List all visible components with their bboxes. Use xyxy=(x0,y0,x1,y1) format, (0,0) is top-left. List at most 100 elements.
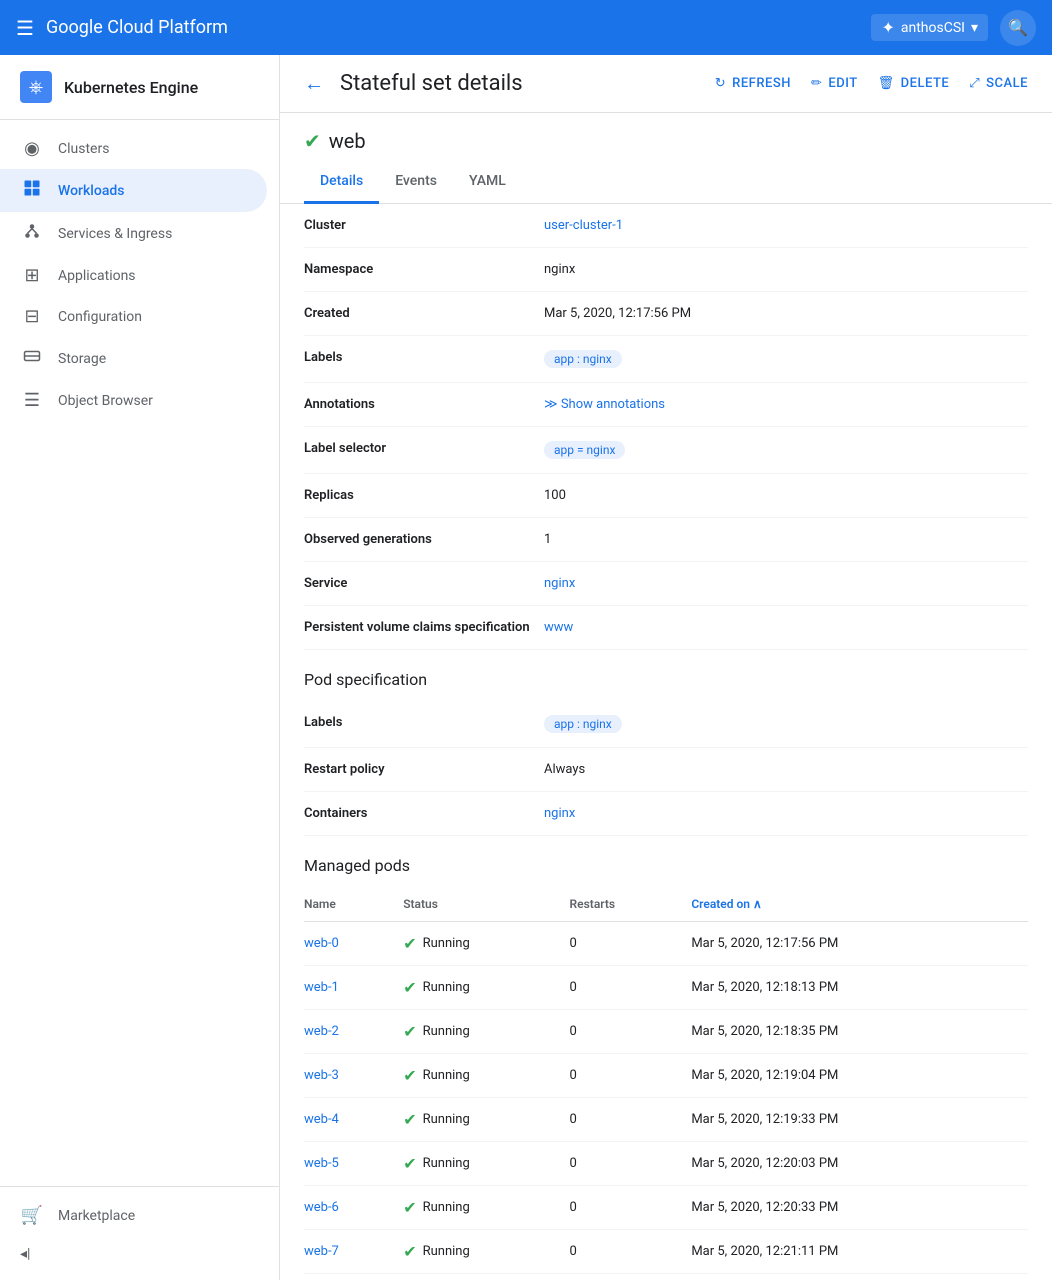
resource-name: web xyxy=(329,129,366,153)
project-selector[interactable]: ✦ anthosCSI ▾ xyxy=(871,14,988,41)
pod-row: web-3 ✔ Running 0 Mar 5, 2020, 12:19:04 … xyxy=(304,1054,1028,1098)
pod-name: web-2 xyxy=(304,1010,403,1054)
col-created-on[interactable]: Created on ∧ xyxy=(691,887,1028,922)
pod-status: ✔ Running xyxy=(403,1010,569,1054)
sidebar-nav: ◉ Clusters Workloads Services & Ingress … xyxy=(0,120,279,1186)
running-icon: ✔ xyxy=(403,934,416,953)
edit-button[interactable]: ✏ EDIT xyxy=(811,76,858,91)
pvc-link[interactable]: www xyxy=(544,620,573,635)
edit-icon: ✏ xyxy=(811,76,822,91)
detail-label-pvc: Persistent volume claims specification xyxy=(304,606,544,650)
pod-name: web-3 xyxy=(304,1054,403,1098)
sidebar-item-workloads[interactable]: Workloads xyxy=(0,169,267,212)
detail-row-cluster: Cluster user-cluster-1 xyxy=(304,204,1028,248)
sidebar-item-label: Object Browser xyxy=(58,393,153,409)
page-header: ← Stateful set details ↻ REFRESH ✏ EDIT … xyxy=(280,55,1052,113)
pod-created-on: Mar 5, 2020, 12:19:33 PM xyxy=(691,1098,1028,1142)
tab-events[interactable]: Events xyxy=(379,161,453,204)
detail-value-cluster: user-cluster-1 xyxy=(544,204,1028,248)
pod-name-link[interactable]: web-7 xyxy=(304,1244,339,1259)
sidebar-header: ⎈ Kubernetes Engine xyxy=(0,55,279,120)
delete-button[interactable]: 🗑 DELETE xyxy=(878,76,950,91)
sidebar-bottom: 🛒 Marketplace ◂| xyxy=(0,1186,279,1280)
pod-spec-table: Labels app : nginx Restart policy Always… xyxy=(304,701,1028,836)
pod-name-link[interactable]: web-2 xyxy=(304,1024,339,1039)
detail-label-created: Created xyxy=(304,292,544,336)
pod-name-link[interactable]: web-6 xyxy=(304,1200,339,1215)
pod-name-link[interactable]: web-0 xyxy=(304,936,339,951)
edit-label: EDIT xyxy=(828,76,857,91)
label-chip: app : nginx xyxy=(544,350,622,368)
detail-row-pvc: Persistent volume claims specification w… xyxy=(304,606,1028,650)
pod-spec-row-labels: Labels app : nginx xyxy=(304,701,1028,748)
col-restarts: Restarts xyxy=(570,887,692,922)
sidebar-item-storage[interactable]: Storage xyxy=(0,337,267,380)
running-icon: ✔ xyxy=(403,1066,416,1085)
pod-status: ✔ Running xyxy=(403,1098,569,1142)
detail-row-created: Created Mar 5, 2020, 12:17:56 PM xyxy=(304,292,1028,336)
sidebar-item-label: Services & Ingress xyxy=(58,226,172,242)
label-selector-chip: app = nginx xyxy=(544,441,625,459)
pod-created-on: Mar 5, 2020, 12:18:13 PM xyxy=(691,966,1028,1010)
managed-pods-heading: Managed pods xyxy=(304,836,1028,887)
pod-name-link[interactable]: web-5 xyxy=(304,1156,339,1171)
sidebar-item-clusters[interactable]: ◉ Clusters xyxy=(0,128,267,169)
object-browser-icon: ☰ xyxy=(20,390,44,411)
page-actions: ↻ REFRESH ✏ EDIT 🗑 DELETE ⤢ SCALE xyxy=(715,76,1028,91)
detail-row-label-selector: Label selector app = nginx xyxy=(304,427,1028,474)
scale-button[interactable]: ⤢ SCALE xyxy=(969,76,1028,91)
pod-name: web-4 xyxy=(304,1098,403,1142)
detail-row-namespace: Namespace nginx xyxy=(304,248,1028,292)
refresh-button[interactable]: ↻ REFRESH xyxy=(715,76,791,91)
sidebar-item-object-browser[interactable]: ☰ Object Browser xyxy=(0,380,267,421)
back-button[interactable]: ← xyxy=(304,71,324,96)
pod-status-text: Running xyxy=(423,1200,470,1215)
detail-value-service: nginx xyxy=(544,562,1028,606)
detail-value-label-selector: app = nginx xyxy=(544,427,1028,474)
running-icon: ✔ xyxy=(403,1242,416,1261)
tab-details[interactable]: Details xyxy=(304,161,379,204)
pod-restarts: 0 xyxy=(570,1230,692,1274)
detail-label-namespace: Namespace xyxy=(304,248,544,292)
sidebar-item-configuration[interactable]: ⊟ Configuration xyxy=(0,296,267,337)
pod-created-on: Mar 5, 2020, 12:19:04 PM xyxy=(691,1054,1028,1098)
detail-value-namespace: nginx xyxy=(544,248,1028,292)
cluster-link[interactable]: user-cluster-1 xyxy=(544,218,623,233)
project-arrow-icon: ▾ xyxy=(971,20,978,36)
pod-status-text: Running xyxy=(423,1112,470,1127)
sidebar-title: Kubernetes Engine xyxy=(64,78,198,97)
search-button[interactable]: 🔍 xyxy=(1000,10,1036,46)
hamburger-icon[interactable]: ☰ xyxy=(16,16,34,40)
running-icon: ✔ xyxy=(403,1110,416,1129)
configuration-icon: ⊟ xyxy=(20,306,44,327)
pod-status: ✔ Running xyxy=(403,1274,569,1280)
detail-value-labels: app : nginx xyxy=(544,336,1028,383)
sidebar-item-services-ingress[interactable]: Services & Ingress xyxy=(0,212,267,255)
sidebar-item-label: Storage xyxy=(58,351,106,367)
pod-name-link[interactable]: web-1 xyxy=(304,980,339,995)
tab-yaml[interactable]: YAML xyxy=(453,161,522,204)
containers-link[interactable]: nginx xyxy=(544,806,575,821)
service-link[interactable]: nginx xyxy=(544,576,575,591)
pod-restarts: 0 xyxy=(570,1098,692,1142)
pod-status-text: Running xyxy=(423,980,470,995)
pod-name: web-5 xyxy=(304,1142,403,1186)
pod-name-link[interactable]: web-4 xyxy=(304,1112,339,1127)
sidebar-item-label: Workloads xyxy=(58,183,124,199)
show-annotations-button[interactable]: ≫ Show annotations xyxy=(544,397,665,412)
sidebar-item-marketplace[interactable]: 🛒 Marketplace xyxy=(0,1195,267,1236)
pod-restarts: 0 xyxy=(570,1142,692,1186)
pod-restarts: 0 xyxy=(570,922,692,966)
sidebar-collapse-button[interactable]: ◂| xyxy=(0,1236,279,1272)
main-content: ← Stateful set details ↻ REFRESH ✏ EDIT … xyxy=(280,55,1052,1280)
pod-name-link[interactable]: web-3 xyxy=(304,1068,339,1083)
pod-name: web-8 xyxy=(304,1274,403,1280)
sidebar-item-applications[interactable]: ⊞ Applications xyxy=(0,255,267,296)
pod-status: ✔ Running xyxy=(403,922,569,966)
pod-status-text: Running xyxy=(423,1068,470,1083)
pod-created-on: Mar 5, 2020, 12:21:11 PM xyxy=(691,1230,1028,1274)
pod-created-on: Mar 5, 2020, 12:21:35 PM xyxy=(691,1274,1028,1280)
pod-status: ✔ Running xyxy=(403,1054,569,1098)
pod-spec-section: Pod specification Labels app : nginx Res… xyxy=(280,650,1052,836)
sidebar-item-label: Configuration xyxy=(58,309,142,325)
